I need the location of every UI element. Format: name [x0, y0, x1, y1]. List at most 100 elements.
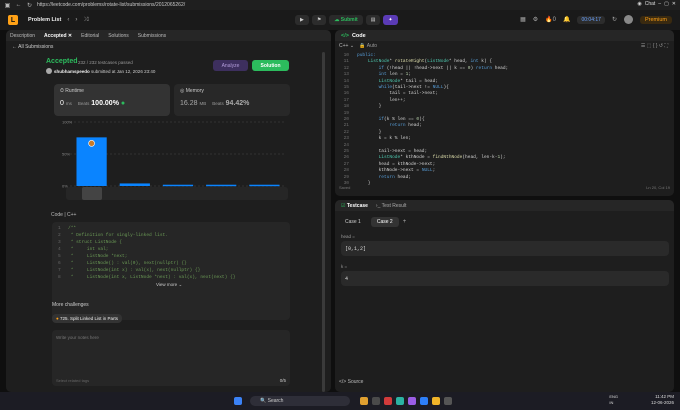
close-icon[interactable]: ✕ — [672, 1, 676, 7]
save-status: Saved — [339, 185, 351, 190]
avatar[interactable] — [623, 15, 633, 24]
head-input[interactable]: [0,1,2] — [341, 241, 669, 256]
all-submissions-link[interactable]: ← All Submissions — [12, 44, 53, 50]
tab-accepted[interactable]: Accepted ✕ — [44, 33, 72, 39]
editor-line: 18 } — [343, 104, 382, 110]
streak-icon[interactable]: 🔥0 — [545, 16, 556, 23]
browser-bar: ▣ ← ↻ https://leetcode.com/problems/rota… — [0, 0, 680, 10]
head-label: head = — [341, 234, 355, 239]
tab-submissions[interactable]: Submissions — [138, 33, 166, 39]
minimize-icon[interactable]: – — [658, 1, 661, 7]
ai-button[interactable]: ✦ — [383, 15, 398, 25]
code-header: </> Code — [335, 30, 674, 41]
editor-line: 16 tail = tail->next; — [343, 91, 439, 97]
chart-bar[interactable] — [206, 184, 237, 187]
tab-test-result[interactable]: ›_ Test Result — [376, 203, 406, 209]
prev-icon[interactable]: ‹ — [67, 17, 69, 23]
back-icon[interactable]: ← — [15, 2, 22, 9]
chrome-icon[interactable] — [432, 397, 440, 405]
clock[interactable]: 11:42 PM 12-06-2026 — [651, 394, 674, 406]
runtime-value: 0 ms Beats 100.00% ● — [60, 100, 126, 107]
windows-start-icon[interactable] — [234, 397, 242, 405]
timer[interactable]: 00:04:17 — [577, 15, 605, 24]
language-indicator[interactable]: ENG IN — [609, 394, 618, 406]
left-scrollbar[interactable] — [322, 52, 325, 392]
edge-icon[interactable] — [396, 397, 404, 405]
address-bar[interactable]: https://leetcode.com/problems/rotate-lis… — [37, 2, 185, 8]
y-tick-label: 50% — [62, 152, 70, 157]
notes-button[interactable]: ▤ — [365, 15, 381, 25]
editor-line: 23 k = k % len; — [343, 136, 412, 142]
shuffle-icon[interactable]: ⤨ — [83, 17, 88, 24]
view-more-button[interactable]: View more ⌄ — [156, 282, 182, 288]
app-icon-gray[interactable] — [444, 397, 452, 405]
editor-line: 25 tail->next = head; — [343, 149, 428, 154]
leetcode-logo[interactable]: L — [8, 15, 18, 25]
runtime-card[interactable]: ⏱ Runtime 0 ms Beats 100.00% ● — [54, 84, 170, 116]
editor-line: 13 int len = 1; — [343, 72, 412, 78]
tab-editorial[interactable]: Editorial — [81, 33, 99, 39]
top-nav: L Problem List ‹ › ⤨ ▶ ⚑ ☁ Submit ▤ ✦ ▦ … — [0, 10, 680, 30]
case-2-tab[interactable]: Case 2 — [370, 217, 399, 227]
code-line: 5 * ListNode *next; — [58, 254, 128, 259]
memory-card[interactable]: ◎ Memory 16.28 MB Beats 94.42% — [174, 84, 290, 116]
editor-line: 20 if(k % len == 0){ — [343, 117, 425, 122]
debug-button[interactable]: ⚑ — [311, 15, 327, 25]
app-icon-red[interactable] — [384, 397, 392, 405]
vscode-icon[interactable] — [420, 397, 428, 405]
chart-bar[interactable] — [119, 183, 150, 186]
case-1-tab[interactable]: Case 1 — [339, 217, 367, 227]
bell-icon[interactable]: 🔔 — [563, 16, 570, 23]
chat-icon: ◉ — [637, 1, 642, 7]
problem-list-link[interactable]: Problem List — [28, 17, 61, 23]
testcase-panel: ☑ Testcase ›_ Test Result Case 1 Case 2 … — [335, 200, 674, 392]
tab-description[interactable]: Description — [10, 33, 35, 39]
editor-line: 12 if (!head || !head->next || k == 0) r… — [343, 65, 509, 71]
tab-testcase[interactable]: ☑ Testcase — [341, 203, 368, 209]
code-line: 6 * ListNode() : val(0), next(nullptr) {… — [58, 261, 187, 266]
runtime-label: ⏱ Runtime — [60, 88, 84, 94]
user-avatar — [46, 68, 52, 74]
app-icon-purple[interactable] — [408, 397, 416, 405]
run-button[interactable]: ▶ — [295, 15, 309, 25]
chart-bar[interactable] — [249, 184, 280, 187]
editor-line: 19 — [343, 110, 349, 116]
add-case-icon[interactable]: + — [403, 219, 407, 225]
notes-placeholder: Write your notes here — [56, 335, 99, 340]
settings-icon[interactable]: ⚙ — [533, 16, 538, 23]
user-marker-icon — [88, 140, 95, 147]
refresh-icon[interactable]: ↻ — [26, 2, 33, 9]
language-select[interactable]: C++ ⌄ 🔒 Auto — [339, 43, 377, 49]
taskbar-search[interactable]: 🔍 Search — [250, 396, 350, 406]
analyze-button[interactable]: Analyze — [213, 60, 248, 71]
auto-toggle[interactable]: 🔒 Auto — [359, 43, 377, 49]
submit-button[interactable]: ☁ Submit — [329, 15, 363, 25]
app-icon[interactable] — [372, 397, 380, 405]
editor-line: 29 return head; — [343, 174, 412, 180]
editor-line: 17 len++; — [343, 97, 406, 103]
challenge-chip[interactable]: ● 725. Split Linked List in Parts — [52, 314, 123, 323]
tab-icon[interactable]: ▣ — [4, 2, 11, 9]
next-icon[interactable]: › — [75, 17, 77, 23]
chart-scrubber-handle[interactable] — [82, 187, 102, 200]
testcase-tabs: ☑ Testcase ›_ Test Result — [335, 200, 674, 211]
tab-solutions[interactable]: Solutions — [108, 33, 129, 39]
k-label: k = — [341, 264, 348, 269]
nav-right: ▦ ⚙ 🔥0 🔔 00:04:17 ↻ Premium — [520, 15, 672, 24]
maximize-icon[interactable]: ▢ — [664, 1, 669, 7]
layout-icon[interactable]: ▦ — [520, 16, 526, 23]
notes-area[interactable]: Write your notes here Select related tag… — [52, 330, 290, 386]
tags-placeholder[interactable]: Select related tags — [56, 378, 89, 383]
k-input[interactable]: 4 — [341, 271, 669, 286]
chat-button[interactable]: ◉ Chat – ▢ ✕ — [637, 1, 676, 7]
premium-button[interactable]: Premium — [639, 15, 672, 24]
solution-button[interactable]: Solution — [252, 60, 289, 71]
code-line: 1/** — [58, 226, 77, 231]
editor-tools[interactable]: ☰ ⬚ { } ↺ ⛶ — [641, 43, 668, 49]
left-tabs: Description Accepted ✕ Editorial Solutio… — [6, 30, 331, 41]
chart-bar[interactable] — [162, 184, 194, 187]
more-challenges-label: More challenges — [52, 302, 89, 308]
source-button[interactable]: </> Source — [339, 379, 363, 385]
file-explorer-icon[interactable] — [360, 397, 368, 405]
refresh-timer-icon[interactable]: ↻ — [612, 16, 617, 23]
